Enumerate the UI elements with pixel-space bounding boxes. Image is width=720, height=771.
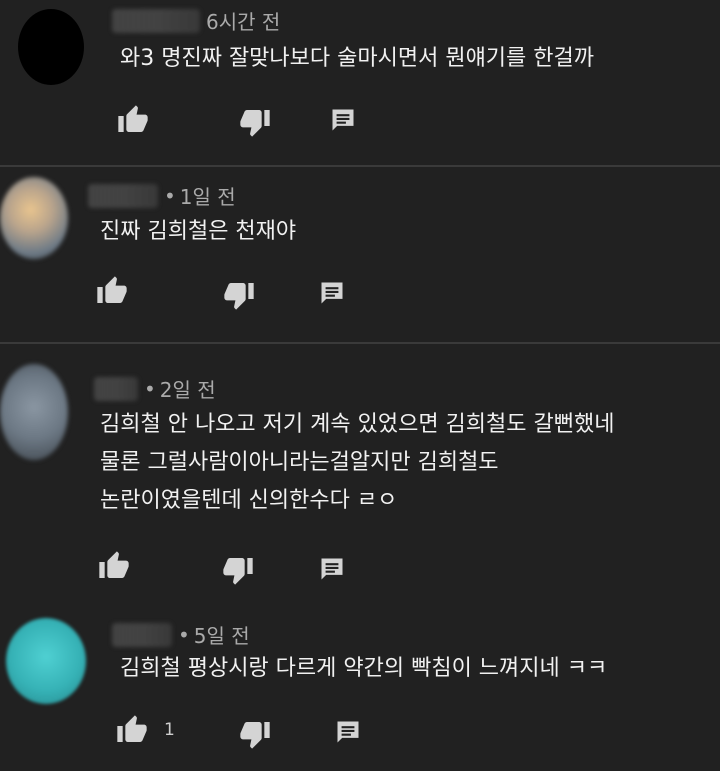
reply-button[interactable]: [334, 718, 362, 746]
reply-icon: [329, 106, 357, 134]
comment-line: 김희철 안 나오고 저기 계속 있었으면 김희철도 갈뻔했네: [100, 412, 615, 437]
comment-1: 6시간 전 와3 명진짜 잘맞나보다 술마시면서 뭔얘기를 한걸까: [0, 0, 720, 166]
comment-line: 김희철 평상시랑 다르게 약간의 빡침이 느껴지네 ㅋㅋ: [120, 656, 608, 681]
comment-meta: • 2일 전: [94, 374, 216, 403]
reply-icon: [334, 718, 362, 746]
reply-button[interactable]: [329, 106, 357, 134]
reply-icon: [318, 279, 346, 307]
comment-line: 와3 명진짜 잘맞나보다 술마시면서 뭔얘기를 한걸까: [120, 46, 595, 71]
timestamp: 6시간 전: [206, 10, 281, 34]
timestamp: 5일 전: [193, 624, 250, 648]
author-name-blurred[interactable]: [112, 8, 200, 33]
thumb-down-icon: [222, 554, 254, 586]
avatar[interactable]: [6, 618, 86, 704]
comment-2: • 1일 전 진짜 김희철은 천재야: [0, 167, 720, 342]
like-button[interactable]: [96, 275, 128, 307]
comment-meta: • 1일 전: [88, 181, 236, 210]
like-button[interactable]: 1: [116, 714, 175, 746]
comment-text: 김희철 안 나오고 저기 계속 있었으면 김희철도 갈뻔했네 물론 그럴사람이아…: [100, 406, 614, 520]
separator: •: [164, 183, 176, 208]
thumb-up-icon: [98, 550, 130, 582]
author-name-blurred[interactable]: [88, 183, 158, 208]
thumb-up-icon: [96, 275, 128, 307]
comment-text: 진짜 김희철은 천재야: [100, 213, 296, 251]
like-button[interactable]: [117, 104, 149, 136]
thumb-down-icon: [239, 718, 271, 750]
dislike-button[interactable]: [223, 279, 255, 311]
dislike-button[interactable]: [239, 106, 271, 138]
dislike-button[interactable]: [239, 718, 271, 750]
comment-text: 와3 명진짜 잘맞나보다 술마시면서 뭔얘기를 한걸까: [120, 40, 594, 78]
comment-meta: 6시간 전: [112, 6, 280, 35]
reply-button[interactable]: [318, 555, 346, 583]
avatar[interactable]: [0, 177, 68, 259]
timestamp: 2일 전: [159, 378, 216, 402]
separator: •: [144, 376, 156, 401]
comment-line: 진짜 김희철은 천재야: [100, 219, 297, 244]
separator: •: [178, 622, 190, 647]
thumb-up-icon: [116, 714, 148, 746]
author-name-blurred[interactable]: [112, 622, 172, 647]
author-name-blurred[interactable]: [94, 376, 138, 401]
avatar[interactable]: [18, 9, 84, 85]
reply-icon: [318, 555, 346, 583]
thumb-down-icon: [223, 279, 255, 311]
comment-3: • 2일 전 김희철 안 나오고 저기 계속 있었으면 김희철도 갈뻔했네 물론…: [0, 344, 720, 598]
comment-4: • 5일 전 김희철 평상시랑 다르게 약간의 빡침이 느껴지네 ㅋㅋ 1: [0, 598, 720, 771]
like-button[interactable]: [98, 550, 130, 582]
comment-line: 물론 그럴사람이아니라는걸알지만 김희철도: [100, 450, 499, 475]
reply-button[interactable]: [318, 279, 346, 307]
timestamp: 1일 전: [179, 185, 236, 209]
like-count: 1: [164, 720, 175, 740]
thumb-down-icon: [239, 106, 271, 138]
dislike-button[interactable]: [222, 554, 254, 586]
comment-meta: • 5일 전: [112, 620, 250, 649]
comment-text: 김희철 평상시랑 다르게 약간의 빡침이 느껴지네 ㅋㅋ: [120, 650, 607, 688]
comment-line: 논란이였을텐데 신의한수다 ㄹㅇ: [100, 488, 398, 513]
avatar[interactable]: [0, 364, 68, 460]
thumb-up-icon: [117, 104, 149, 136]
